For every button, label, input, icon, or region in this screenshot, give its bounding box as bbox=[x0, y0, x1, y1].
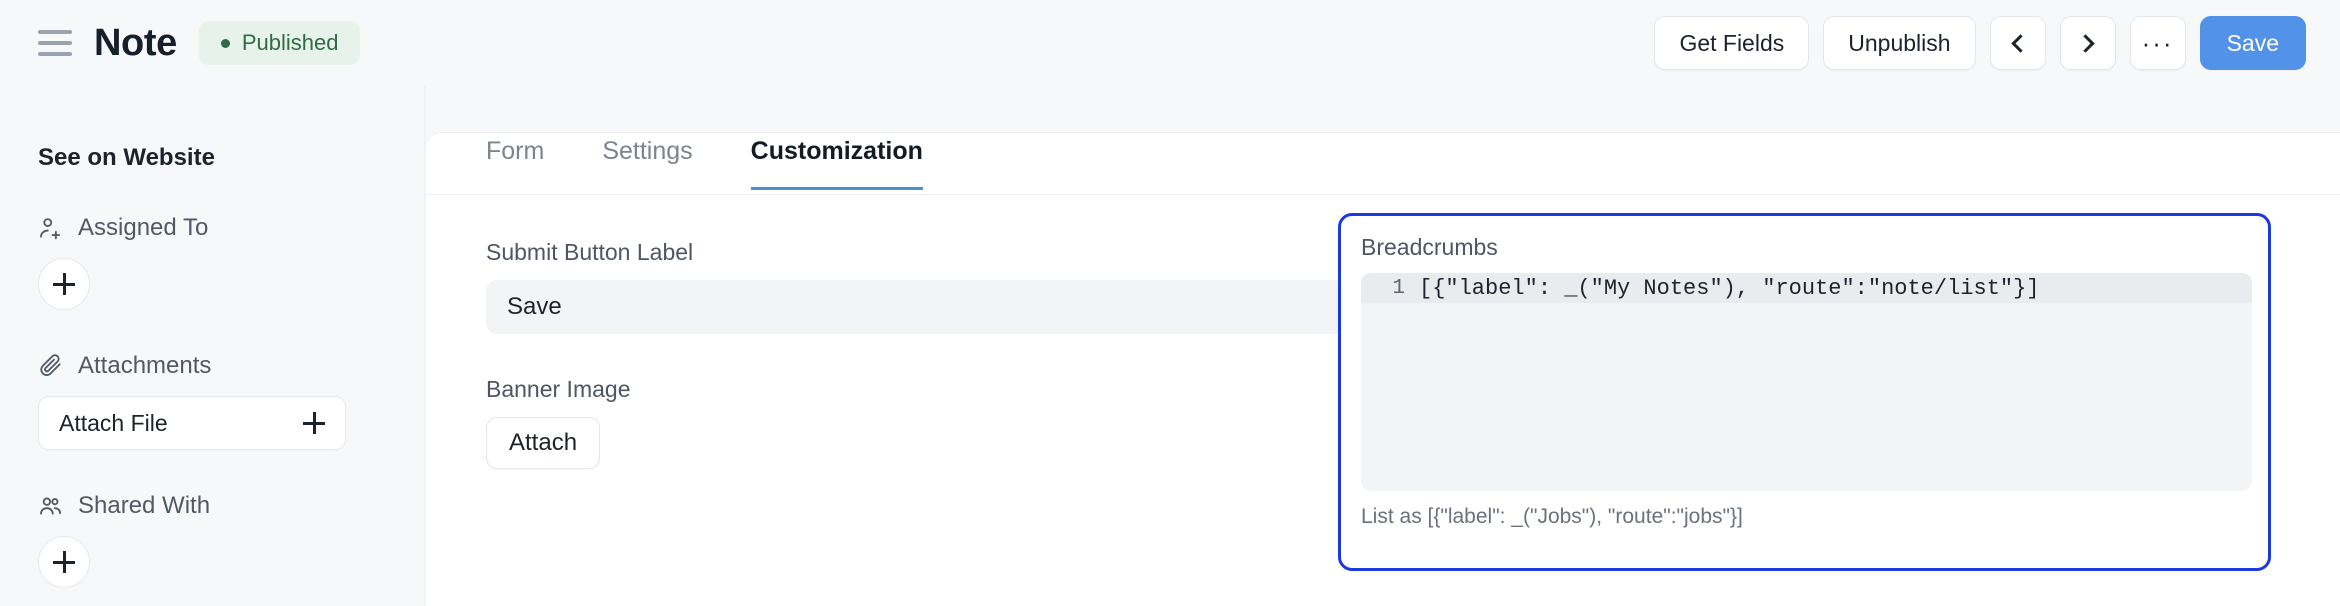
prev-button[interactable] bbox=[1989, 16, 2046, 70]
add-assignee-button[interactable] bbox=[38, 258, 90, 310]
code-line-text: [{"label": _("My Notes"), "route":"note/… bbox=[1419, 275, 2040, 301]
more-options-button[interactable]: ··· bbox=[2129, 16, 2186, 70]
breadcrumbs-label: Breadcrumbs bbox=[1361, 234, 1498, 260]
card-body: Submit Button Label Save Banner Image At… bbox=[426, 195, 2340, 571]
save-button[interactable]: Save bbox=[2199, 16, 2306, 70]
attach-file-button[interactable]: Attach File bbox=[38, 396, 346, 450]
breadcrumbs-code-editor[interactable]: 1 [{"label": _("My Notes"), "route":"not… bbox=[1361, 273, 2252, 491]
banner-image-caption: Banner Image bbox=[486, 376, 631, 402]
sidebar-section-label: Shared With bbox=[78, 492, 211, 519]
banner-attach-button[interactable]: Attach bbox=[486, 417, 601, 469]
breadcrumbs-help-text: List as [{"label": _("Jobs"), "route":"j… bbox=[1361, 505, 1743, 528]
unpublish-button[interactable]: Unpublish bbox=[1823, 16, 1976, 70]
sidebar-section-label: Attachments bbox=[78, 352, 212, 379]
sidebar-section-label: Assigned To bbox=[78, 214, 209, 241]
tab-form[interactable]: Form bbox=[486, 133, 544, 190]
tab-customization[interactable]: Customization bbox=[750, 133, 923, 190]
see-on-website-link[interactable]: See on Website bbox=[38, 144, 386, 172]
get-fields-button[interactable]: Get Fields bbox=[1654, 16, 1810, 70]
status-dot-icon bbox=[220, 38, 230, 48]
plus-icon bbox=[303, 412, 325, 434]
hamburger-icon[interactable] bbox=[38, 28, 72, 58]
banner-image-field: Banner Image Attach bbox=[486, 376, 1278, 469]
hamburger-bar bbox=[38, 41, 72, 45]
submit-button-label-caption: Submit Button Label bbox=[486, 239, 694, 265]
form-fields-column: Submit Button Label Save Banner Image At… bbox=[426, 195, 1366, 571]
hamburger-bar bbox=[38, 52, 72, 56]
sidebar-section-shared-with: Shared With bbox=[38, 492, 386, 588]
status-badge-label: Published bbox=[241, 30, 339, 55]
tab-settings[interactable]: Settings bbox=[602, 133, 692, 190]
app-header: Note Published Get Fields Unpublish ··· … bbox=[0, 0, 2340, 86]
attachments-header: Attachments bbox=[38, 352, 386, 380]
header-actions: Get Fields Unpublish ··· Save bbox=[1654, 16, 2306, 70]
chevron-right-icon bbox=[2075, 33, 2095, 53]
sidebar-section-assigned-to: Assigned To bbox=[38, 214, 386, 310]
shared-with-header: Shared With bbox=[38, 492, 386, 520]
next-button[interactable] bbox=[2059, 16, 2116, 70]
hamburger-bar bbox=[38, 30, 72, 34]
line-number: 1 bbox=[1392, 276, 1405, 300]
main-content-card: Form Settings Customization Submit Butto… bbox=[426, 132, 2340, 606]
code-line: 1 [{"label": _("My Notes"), "route":"not… bbox=[1361, 273, 2252, 303]
chevron-left-icon bbox=[2010, 33, 2030, 53]
submit-button-label-input[interactable]: Save bbox=[486, 280, 1366, 334]
ellipsis-icon: ··· bbox=[2141, 28, 2174, 58]
user-plus-icon bbox=[38, 215, 64, 241]
sidebar: See on Website Assigned To Attachments A… bbox=[0, 86, 425, 606]
add-shared-user-button[interactable] bbox=[38, 536, 90, 588]
status-badge: Published bbox=[198, 21, 361, 65]
users-icon bbox=[38, 493, 64, 519]
submit-button-label-field: Submit Button Label Save bbox=[486, 239, 1366, 334]
page-title: Note bbox=[94, 21, 177, 64]
tab-bar: Form Settings Customization bbox=[426, 133, 2340, 195]
assigned-to-header: Assigned To bbox=[38, 214, 386, 242]
plus-icon bbox=[53, 273, 75, 295]
attach-file-label: Attach File bbox=[59, 409, 168, 436]
sidebar-section-attachments: Attachments Attach File bbox=[38, 352, 386, 450]
breadcrumbs-field-panel[interactable]: Breadcrumbs 1 [{"label": _("My Notes"), … bbox=[1338, 213, 2271, 571]
plus-icon bbox=[53, 551, 75, 573]
paperclip-icon bbox=[38, 353, 64, 379]
breadcrumbs-column: Breadcrumbs 1 [{"label": _("My Notes"), … bbox=[1338, 195, 2340, 571]
